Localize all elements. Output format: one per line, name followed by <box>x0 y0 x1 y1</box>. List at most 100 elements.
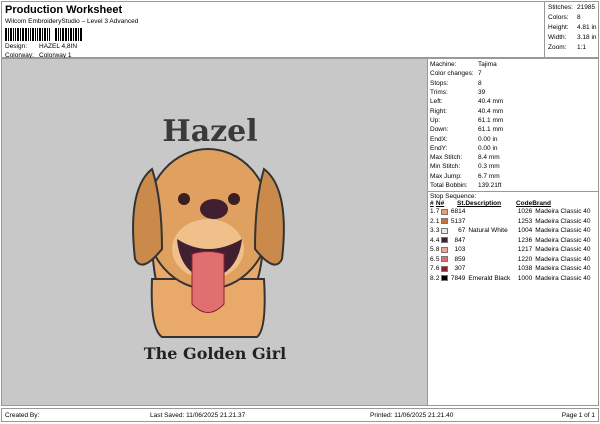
color-swatch <box>441 237 449 244</box>
detail-label: Trims: <box>430 89 448 97</box>
design-label: Design: <box>5 43 28 50</box>
detail-label: Color changes: <box>430 70 474 78</box>
color-swatch <box>441 208 449 215</box>
stitch-count: 307 <box>454 265 466 273</box>
detail-value: 61.1 mm <box>478 126 504 134</box>
stop-row: 6. 5 859 1220 Madeira Classic 40 <box>430 255 596 265</box>
detail-label: EndX: <box>430 135 448 143</box>
worksheet-header: Production Worksheet Wilcom EmbroiderySt… <box>1 1 600 59</box>
summary-row: Height: 4.81 in <box>548 24 600 34</box>
summary-value: 21985 <box>577 4 596 11</box>
detail-value: 0.00 in <box>478 144 498 152</box>
printed-date: Printed: 11/06/2025 21.21.40 <box>370 411 454 419</box>
needle-number: 2 <box>435 274 440 282</box>
detail-label: Down: <box>430 126 449 134</box>
page-number: Page 1 of 1 <box>561 411 595 419</box>
column-header: Code <box>515 200 533 208</box>
detail-label: Right: <box>430 107 447 115</box>
thread-description <box>465 217 514 227</box>
stop-row: 5. 8 103 1217 Madeira Classic 40 <box>430 245 596 255</box>
thread-description: Emerald Black <box>468 274 511 282</box>
thread-code: 1217 <box>517 246 533 254</box>
needle-number: 1 <box>435 217 440 225</box>
design-name: HAZEL 4,8IN <box>39 43 78 50</box>
summary-value: 8 <box>577 14 581 21</box>
detail-label: EndY: <box>430 144 448 152</box>
summary-label: Height: <box>548 24 569 31</box>
software-name: Wilcom EmbroideryStudio – Level 3 Advanc… <box>5 18 139 25</box>
detail-label: Max Jump: <box>430 172 462 180</box>
summary-row: Stitches: 21985 <box>548 4 600 14</box>
thread-brand: Madeira Classic 40 <box>535 255 591 263</box>
thread-description <box>465 207 514 217</box>
detail-value: 39 <box>478 89 486 97</box>
thread-code: 1026 <box>517 208 533 216</box>
stitch-count: 7849 <box>450 274 466 282</box>
detail-row: Right: 40.4 mm <box>428 106 598 115</box>
detail-label: Max Stitch: <box>430 154 463 162</box>
thread-brand: Madeira Classic 40 <box>535 236 591 244</box>
stitch-count: 6814 <box>450 208 466 216</box>
detail-row: Stops: 8 <box>428 79 598 88</box>
detail-value: 40.4 mm <box>478 107 504 115</box>
detail-row: Total Bobbin: 139.21ft <box>428 181 598 190</box>
stop-row: 7. 6 307 1038 Madeira Classic 40 <box>430 264 596 274</box>
stop-row: 4. 4 847 1236 Madeira Classic 40 <box>430 236 596 246</box>
detail-row: Color changes: 7 <box>428 69 598 78</box>
detail-row: EndY: 0.00 in <box>428 144 598 153</box>
created-by: Created By: <box>5 411 40 419</box>
needle-number: 7 <box>435 208 440 216</box>
thread-description <box>465 255 514 265</box>
thread-description <box>465 264 514 274</box>
design-preview: Hazel The Golden Girl <box>1 58 428 406</box>
column-header: Description <box>465 200 502 208</box>
detail-label: Stops: <box>430 79 449 87</box>
thread-code: 1004 <box>517 227 533 235</box>
color-swatch <box>441 246 449 253</box>
stitch-count: 103 <box>454 246 466 254</box>
stitch-count: 847 <box>454 236 466 244</box>
detail-value: 0.00 in <box>478 135 498 143</box>
summary-label: Width: <box>548 34 567 41</box>
thread-description: Natural White <box>468 227 508 235</box>
color-swatch <box>441 227 449 234</box>
stop-row: 3. 3 67 Natural White 1004 Madeira Classic 4… <box>430 226 596 236</box>
summary-row: Zoom: 1:1 <box>548 44 600 54</box>
detail-label: Up: <box>430 116 441 124</box>
column-header: Brand <box>532 200 551 208</box>
last-saved: Last Saved: 11/06/2025 21.21.37 <box>150 411 246 419</box>
summary-value: 3.18 in <box>577 34 597 41</box>
barcode <box>5 28 138 41</box>
thread-description <box>465 236 514 246</box>
thread-code: 1236 <box>517 236 533 244</box>
summary-row: Width: 3.18 in <box>548 34 600 44</box>
detail-row: Down: 61.1 mm <box>428 125 598 134</box>
thread-brand: Madeira Classic 40 <box>535 265 591 273</box>
detail-value: 139.21ft <box>478 182 502 189</box>
thread-brand: Madeira Classic 40 <box>535 274 591 282</box>
stop-sequence-table: # N# St. Description Code Brand 1. 7 6814 1026 M… <box>430 200 596 283</box>
needle-number: 8 <box>435 246 440 254</box>
thread-code: 1220 <box>517 255 533 263</box>
detail-value: 0.3 mm <box>478 163 500 171</box>
column-header: N# <box>435 200 445 208</box>
thread-brand: Madeira Classic 40 <box>535 227 591 235</box>
color-swatch <box>441 256 449 263</box>
detail-label: Left: <box>430 98 443 106</box>
summary-label: Stitches: <box>548 4 573 11</box>
detail-row: Machine: Tajima <box>428 60 598 69</box>
color-swatch <box>441 218 449 225</box>
detail-value: Tajima <box>478 61 497 69</box>
color-swatch <box>441 265 449 272</box>
design-top-text: Hazel <box>162 114 257 149</box>
detail-label: Total Bobbin: <box>430 182 468 189</box>
design-details-panel: Machine: Tajima Color changes: 7 Stops: 8 Trim… <box>428 58 599 406</box>
stitch-count: 859 <box>454 255 466 263</box>
stitch-count: 5137 <box>450 217 466 225</box>
detail-value: 8 <box>478 79 482 87</box>
summary-value: 4.81 in <box>577 24 597 31</box>
detail-row: EndX: 0.00 in <box>428 134 598 143</box>
thread-brand: Madeira Classic 40 <box>535 217 591 225</box>
thread-code: 1253 <box>517 217 533 225</box>
detail-value: 6.7 mm <box>478 172 500 180</box>
